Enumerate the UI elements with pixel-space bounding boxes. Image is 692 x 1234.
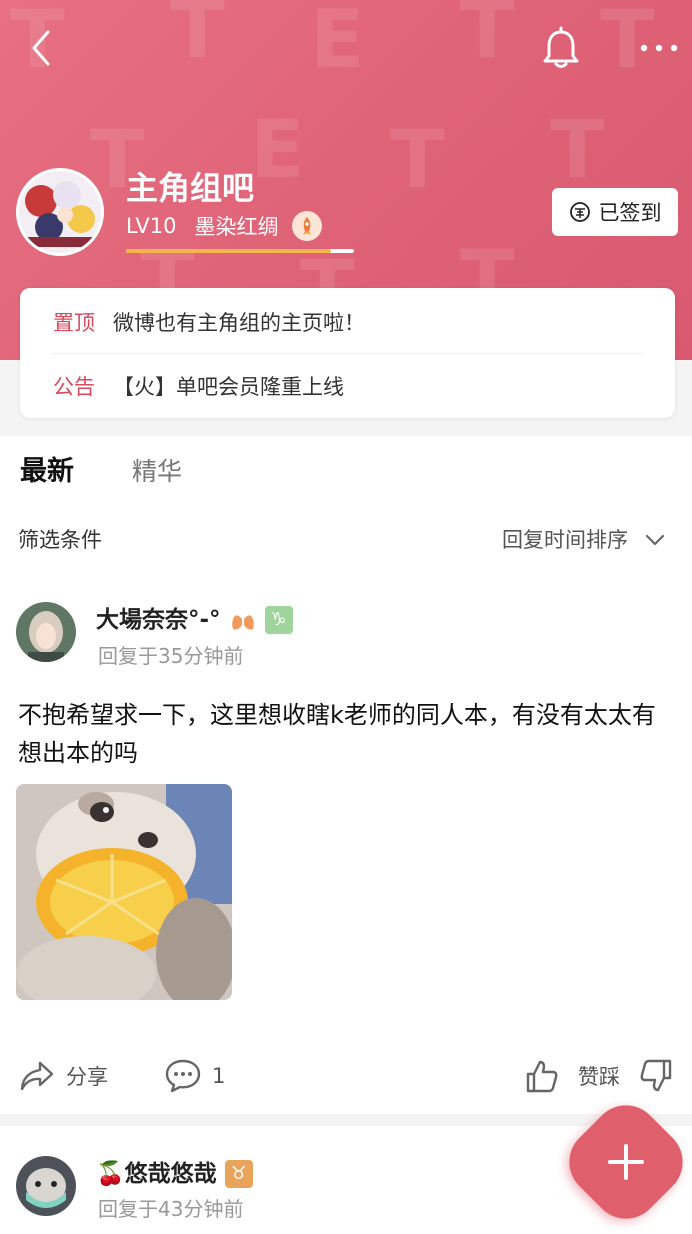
author-name-text: 🍒悠哉悠哉: [96, 1161, 217, 1187]
like-button[interactable]: [524, 1055, 570, 1097]
header-pattern: E: [310, 0, 365, 86]
avatar-image: [16, 602, 76, 662]
taurus-badge-icon: ♉: [224, 1160, 253, 1188]
level-progress-bar: [126, 249, 354, 253]
notice-text: 【火】单吧会员隆重上线: [113, 375, 344, 399]
more-options-button[interactable]: [636, 30, 682, 66]
header-pattern: T: [390, 113, 445, 206]
header-pattern: T: [550, 103, 605, 196]
header-pattern: E: [250, 103, 305, 196]
comment-count: 1: [212, 1064, 226, 1088]
checkin-icon: [569, 202, 590, 222]
back-button[interactable]: [22, 26, 62, 70]
tab-latest[interactable]: 最新: [20, 452, 74, 492]
notification-button[interactable]: [540, 26, 582, 70]
bell-icon: [543, 26, 579, 68]
author-name-text: 大場奈奈°-°: [96, 607, 221, 633]
header-pattern: T: [170, 0, 225, 76]
level-title: 墨染红绸: [194, 215, 279, 239]
group-avatar-image: [19, 171, 101, 253]
post-author-avatar[interactable]: [16, 1156, 76, 1216]
notice-item-pinned[interactable]: 置顶 微博也有主角组的主页啦！: [53, 290, 365, 354]
comment-button[interactable]: 1: [164, 1055, 225, 1097]
notice-text: 微博也有主角组的主页啦！: [113, 311, 365, 335]
cat-lemon-image: [16, 784, 232, 1000]
capricorn-badge-icon: ♑: [264, 606, 293, 634]
more-dots-icon: [640, 44, 678, 52]
chevron-down-icon: [645, 534, 665, 546]
rocket-icon: [292, 211, 323, 241]
level-text: LV10: [126, 214, 177, 238]
vote-label: 赞踩: [578, 1065, 620, 1089]
level-progress-fill: [126, 249, 332, 253]
post-body[interactable]: 不抱希望求一下，这里想收瞎k老师的同人本，有没有太太有想出本的吗: [18, 696, 678, 772]
post-time: 回复于35分钟前: [98, 644, 244, 668]
post-image[interactable]: [16, 784, 232, 1000]
group-name: 主角组吧: [126, 169, 255, 207]
notice-tag: 置顶: [53, 311, 95, 335]
thumbs-down-icon: [640, 1059, 672, 1092]
checkin-button[interactable]: 已签到: [552, 188, 678, 236]
dislike-button[interactable]: [638, 1055, 684, 1097]
sort-select[interactable]: 回复时间排序: [502, 524, 666, 556]
post-time: 回复于43分钟前: [98, 1197, 244, 1221]
filter-button[interactable]: 筛选条件: [18, 524, 102, 556]
chevron-left-icon: [32, 30, 50, 66]
post-author-name[interactable]: 大場奈奈°-° ♑: [96, 604, 293, 636]
post-author-name[interactable]: 🍒悠哉悠哉 ♉: [96, 1158, 253, 1190]
notice-card: 置顶 微博也有主角组的主页啦！ 公告 【火】单吧会员隆重上线: [20, 288, 675, 418]
post-author-avatar[interactable]: [16, 602, 76, 662]
group-avatar[interactable]: [16, 168, 104, 256]
notice-tag: 公告: [53, 375, 95, 399]
thumbs-up-icon: [526, 1060, 558, 1093]
share-button[interactable]: 分享: [18, 1055, 108, 1097]
sort-label: 回复时间排序: [502, 528, 628, 552]
lungs-badge-icon: [229, 606, 257, 634]
plus-icon[interactable]: [576, 1112, 676, 1212]
tab-featured[interactable]: 精华: [132, 452, 182, 492]
notice-item-announcement[interactable]: 公告 【火】单吧会员隆重上线: [53, 354, 344, 418]
header-pattern: T: [460, 0, 515, 76]
checkin-label: 已签到: [598, 201, 662, 225]
comment-icon: [165, 1059, 201, 1093]
share-icon: [20, 1061, 54, 1091]
avatar-image: [16, 1156, 76, 1216]
share-label: 分享: [66, 1065, 108, 1089]
level-row: LV10 墨染红绸: [126, 210, 323, 242]
